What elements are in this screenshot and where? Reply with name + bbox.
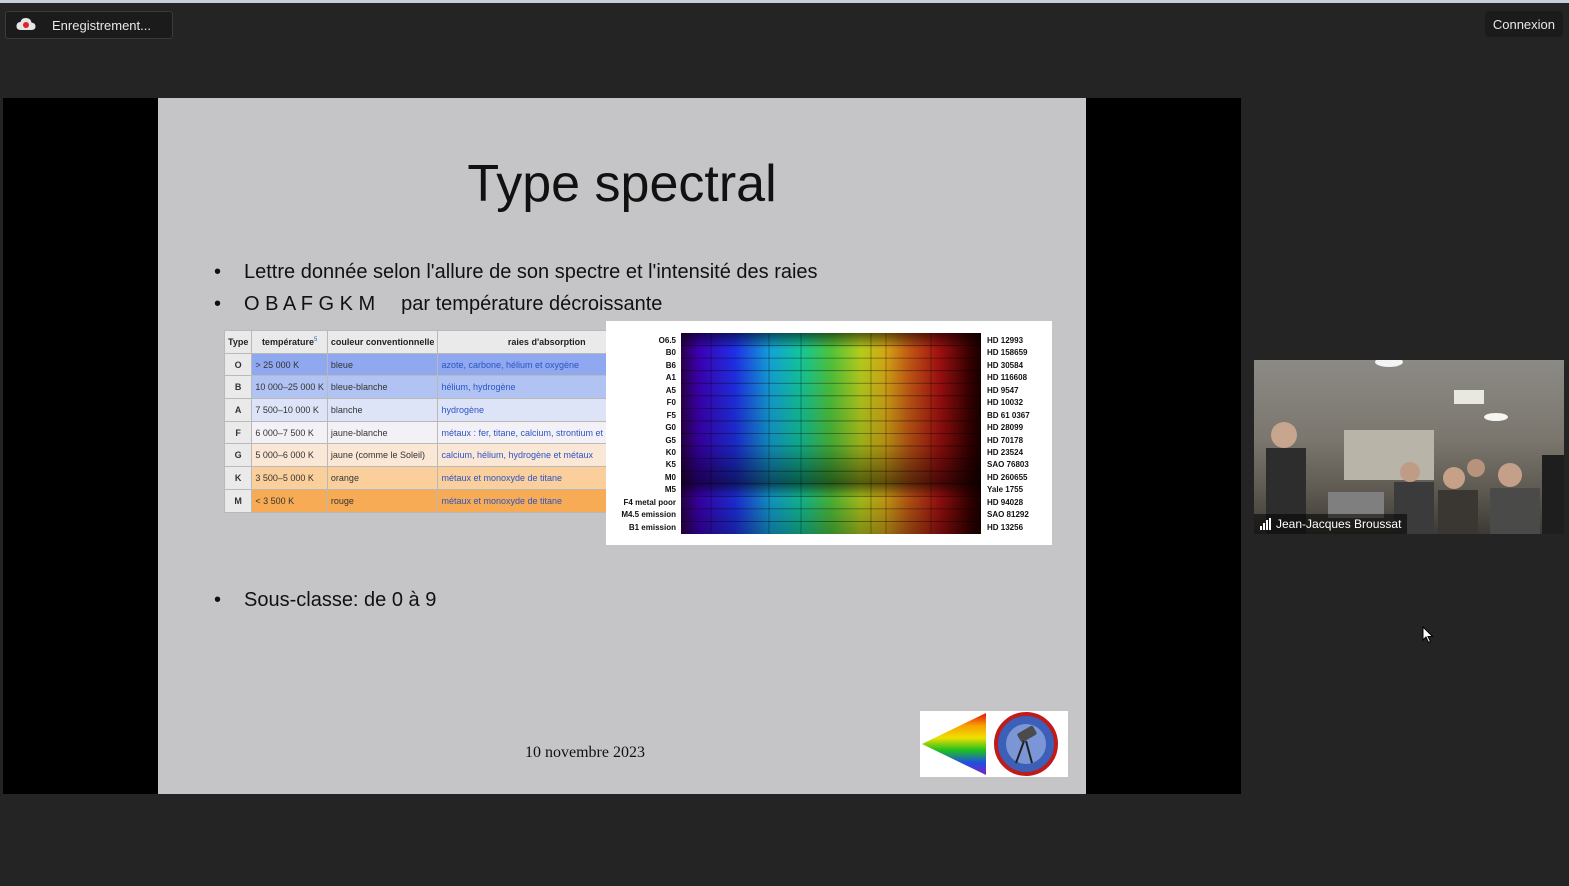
bullet-item: • O B A F G K M par température décroiss… bbox=[214, 293, 662, 316]
table-header-label: température bbox=[261, 336, 314, 347]
bullet-item: • Lettre donnée selon l'allure de son sp… bbox=[214, 261, 818, 284]
spectral-class-label: B0 bbox=[665, 348, 676, 358]
stellar-spectra-figure: O6.5 B0 B6 A1 A5 F0 F5 G0 G5 K0 K5 M0 M5 F4 metal poo… bbox=[606, 321, 1052, 545]
bullet-text: Lettre donnée selon l'allure de son spec… bbox=[244, 261, 818, 283]
cell-temperature: 3 500–5 000 K bbox=[251, 466, 328, 490]
star-catalog-label: HD 94028 bbox=[987, 497, 1024, 507]
table-header-footnote: 5 bbox=[313, 336, 318, 343]
signal-strength-icon bbox=[1260, 518, 1271, 530]
table-row: A 7 500–10 000 K blanche hydrogène bbox=[223, 398, 657, 422]
cell-color: blanche bbox=[326, 398, 439, 422]
spectral-class-label: F0 bbox=[666, 398, 676, 408]
window-top-border bbox=[0, 0, 1569, 3]
star-catalog-label: HD 23524 bbox=[987, 447, 1024, 457]
star-catalog-label: HD 12993 bbox=[987, 336, 1024, 345]
cell-type: A bbox=[223, 398, 253, 422]
spectra-separators bbox=[681, 333, 981, 534]
spectral-class-label: M0 bbox=[664, 472, 676, 482]
participant-name-tag: Jean-Jacques Broussat bbox=[1254, 514, 1408, 534]
star-catalog-label: HD 30584 bbox=[987, 360, 1024, 370]
participant-video-tile[interactable]: Jean-Jacques Broussat bbox=[1254, 360, 1564, 534]
spectral-type-table: Type température5 couleur conventionnell… bbox=[223, 330, 657, 513]
cell-color: bleue-blanche bbox=[326, 375, 439, 400]
spectra-image bbox=[681, 333, 981, 534]
star-catalog-labels: HD 12993 HD 158659 HD 30584 HD 116608 HD 954… bbox=[987, 335, 1051, 534]
cell-type: B bbox=[223, 375, 253, 400]
cell-temperature: > 25 000 K bbox=[251, 352, 328, 377]
table-header: couleur conventionnelle bbox=[326, 330, 439, 354]
star-catalog-label: SAO 81292 bbox=[987, 510, 1029, 520]
cell-temperature: 5 000–6 000 K bbox=[251, 443, 328, 468]
star-catalog-label: HD 9547 bbox=[987, 385, 1019, 395]
bullet-text-letters: O B A F G K M bbox=[244, 293, 376, 315]
spectral-class-label: K0 bbox=[665, 447, 676, 457]
connect-button[interactable]: Connexion bbox=[1484, 11, 1563, 37]
participant-name: Jean-Jacques Broussat bbox=[1276, 517, 1402, 531]
cell-color: bleue bbox=[326, 352, 439, 377]
bullet-text-order: par température décroissante bbox=[401, 293, 663, 315]
spectral-class-label: M5 bbox=[664, 485, 676, 495]
presentation-slide: Type spectral • Lettre donnée selon l'al… bbox=[158, 98, 1086, 794]
cell-type: F bbox=[223, 420, 253, 445]
star-catalog-label: BD 61 0367 bbox=[987, 410, 1030, 420]
table-row: K 3 500–5 000 K orange métaux et monoxyd… bbox=[223, 466, 657, 490]
cell-color: rouge bbox=[326, 488, 439, 513]
bullet-dot-icon: • bbox=[214, 589, 222, 611]
star-catalog-label: HD 260655 bbox=[987, 472, 1028, 482]
table-row: M < 3 500 K rouge métaux et monoxyde de … bbox=[223, 488, 657, 513]
star-catalog-label: HD 158659 bbox=[987, 348, 1028, 358]
spectral-class-label: G5 bbox=[665, 435, 676, 445]
star-catalog-label: HD 28099 bbox=[987, 423, 1024, 433]
cell-type: G bbox=[223, 443, 253, 468]
cloud-record-icon bbox=[16, 17, 38, 33]
table-header-row: Type température5 couleur conventionnell… bbox=[223, 330, 657, 354]
cell-color: orange bbox=[326, 466, 439, 490]
bullet-dot-icon: • bbox=[214, 293, 222, 315]
spectral-class-label: M4.5 emission bbox=[621, 510, 676, 520]
spectral-class-label: F5 bbox=[666, 410, 676, 420]
slide-date: 10 novembre 2023 bbox=[525, 744, 645, 761]
spectral-class-label: K5 bbox=[665, 460, 676, 470]
spectral-class-label: A5 bbox=[665, 385, 676, 395]
cell-color: jaune-blanche bbox=[326, 420, 439, 445]
table-row: G 5 000–6 000 K jaune (comme le Soleil) … bbox=[223, 443, 657, 468]
table-row: O > 25 000 K bleue azote, carbone, héliu… bbox=[223, 352, 657, 377]
recording-indicator[interactable]: Enregistrement... bbox=[5, 11, 173, 39]
table-header: Type bbox=[223, 330, 253, 354]
cell-type: M bbox=[223, 488, 253, 513]
slide-title: Type spectral bbox=[467, 155, 777, 213]
spectral-class-label: A1 bbox=[665, 373, 676, 383]
cell-temperature: 7 500–10 000 K bbox=[251, 398, 328, 422]
cell-temperature: 6 000–7 500 K bbox=[251, 420, 328, 445]
star-catalog-label: HD 70178 bbox=[987, 435, 1024, 445]
star-catalog-label: Yale 1755 bbox=[987, 485, 1024, 495]
club-astronomie-logo bbox=[920, 711, 1068, 777]
spectral-class-label: O6.5 bbox=[658, 336, 676, 345]
star-catalog-label: SAO 76803 bbox=[987, 460, 1029, 470]
cell-type: O bbox=[223, 352, 253, 377]
star-catalog-label: HD 13256 bbox=[987, 522, 1024, 532]
mouse-cursor-icon bbox=[1422, 625, 1434, 649]
table-row: F 6 000–7 500 K jaune-blanche métaux : f… bbox=[223, 420, 657, 445]
spectral-class-label: B6 bbox=[665, 360, 676, 370]
table-header: température5 bbox=[251, 330, 328, 354]
video-feed bbox=[1254, 360, 1564, 534]
spectral-class-label: G0 bbox=[665, 423, 676, 433]
bullet-dot-icon: • bbox=[214, 261, 222, 283]
bullet-item: • Sous-classe: de 0 à 9 bbox=[214, 589, 436, 612]
star-catalog-label: HD 10032 bbox=[987, 398, 1024, 408]
recording-label: Enregistrement... bbox=[52, 17, 151, 33]
cell-temperature: < 3 500 K bbox=[251, 488, 328, 513]
spectral-class-label: B1 emission bbox=[628, 522, 676, 532]
bullet-text: Sous-classe: de 0 à 9 bbox=[244, 589, 437, 611]
spectral-class-labels: O6.5 B0 B6 A1 A5 F0 F5 G0 G5 K0 K5 M0 M5 F4 metal poo… bbox=[610, 335, 676, 534]
table-row: B 10 000–25 000 K bleue-blanche hélium, … bbox=[223, 375, 657, 400]
spectral-class-label: F4 metal poor bbox=[623, 497, 676, 507]
cell-type: K bbox=[223, 466, 253, 490]
cell-temperature: 10 000–25 000 K bbox=[251, 375, 328, 400]
cell-color: jaune (comme le Soleil) bbox=[326, 443, 439, 468]
star-catalog-label: HD 116608 bbox=[987, 373, 1028, 383]
